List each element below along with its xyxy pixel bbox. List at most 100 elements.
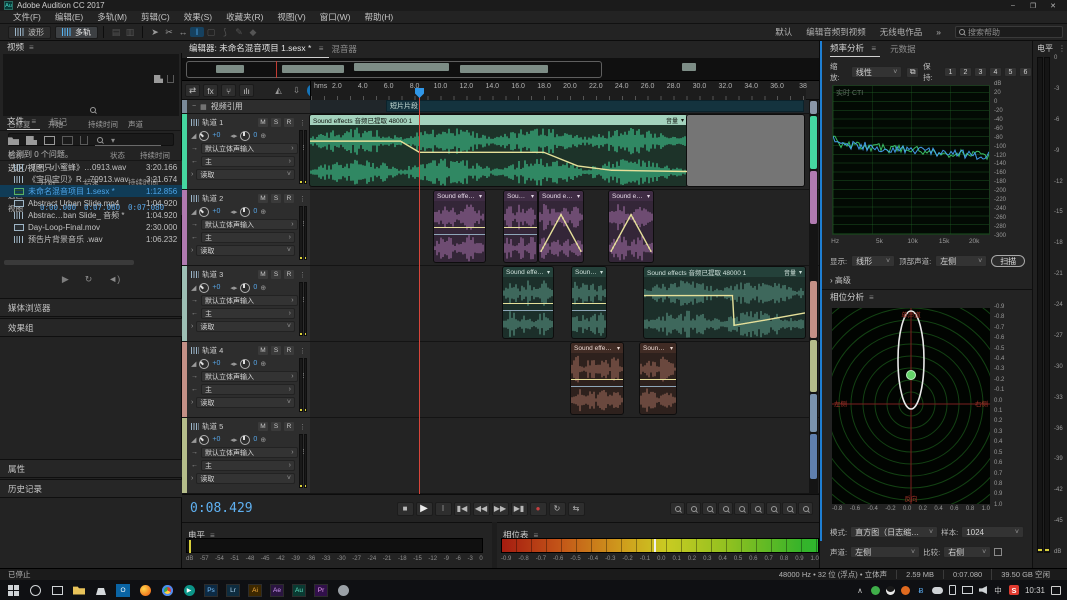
hold-button[interactable]: 1 <box>943 67 957 77</box>
display-type-select[interactable]: 线形 ˅ <box>851 255 896 267</box>
file-row[interactable]: Day-Loop-Final.mov 2:30.000 <box>0 221 182 233</box>
volume-value[interactable]: +0 <box>212 132 220 139</box>
tab-metadata[interactable]: 元数据 <box>890 43 920 57</box>
automation-chevron-icon[interactable]: › <box>191 475 193 482</box>
video-clip[interactable]: 短片片段 <box>386 100 804 112</box>
track-name[interactable]: 轨道 2 <box>202 193 255 204</box>
stop-button[interactable]: ■ <box>396 501 414 516</box>
maximize-button[interactable]: ❐ <box>1023 0 1043 11</box>
volume-tray-icon[interactable] <box>978 586 987 594</box>
phone-tray-icon[interactable] <box>948 585 956 595</box>
pan-knob[interactable] <box>240 358 251 369</box>
menu-item[interactable]: 效果(S) <box>177 11 219 23</box>
timecode-display[interactable]: 0:08.429 <box>190 501 310 516</box>
lasso-tool-icon[interactable]: ⟆ <box>218 27 232 38</box>
clip-menu-icon[interactable]: ▾ <box>577 193 580 200</box>
automation-chevron-icon[interactable]: › <box>191 399 193 406</box>
freq-scan-button[interactable]: 扫描 <box>991 255 1026 267</box>
play-button[interactable]: ▶ <box>415 501 433 516</box>
file-explorer-icon[interactable] <box>68 580 90 600</box>
track-menu-icon[interactable]: ⋮ <box>299 271 306 279</box>
timeline-overview[interactable] <box>182 59 819 81</box>
automation-mode-select[interactable]: 读取 ˅ <box>196 321 295 332</box>
hold-button[interactable]: 2 <box>958 67 972 77</box>
tab-files[interactable]: 文件 ≡ <box>7 115 41 130</box>
new-item-icon[interactable] <box>44 136 55 145</box>
volume-knob[interactable] <box>199 282 210 293</box>
sogou-ime-icon[interactable]: S <box>1008 585 1019 595</box>
clip-header[interactable]: Sound effects...▾ <box>434 191 485 201</box>
move-tool-icon[interactable]: ➤ <box>148 27 162 38</box>
track-menu-icon[interactable]: ⋮ <box>299 423 306 431</box>
stamp-tool-icon[interactable]: ◆ <box>246 27 260 38</box>
output-select[interactable]: 主 › <box>201 384 295 395</box>
pitch-display-icon[interactable]: ▥ <box>123 27 137 38</box>
waveform-view-button[interactable]: 波形 <box>8 25 51 39</box>
audio-clip[interactable]: Sound effects...▾ <box>503 267 553 338</box>
start-button[interactable] <box>2 580 24 600</box>
audio-clip[interactable]: Sound effects...▾ <box>434 191 485 262</box>
audio-clip[interactable]: Sound ...▾ <box>640 343 676 414</box>
sogou-tray-icon[interactable] <box>900 585 910 595</box>
file-row[interactable]: Abstrac…ban Slide_ 音频 * 1:04.920 <box>0 209 182 221</box>
cortana-search-button[interactable] <box>24 580 46 600</box>
pan-value[interactable]: 0 <box>253 132 257 139</box>
menu-item[interactable]: 视图(V) <box>270 11 312 23</box>
file-row[interactable]: 未命名混音项目 1.sesx * 1:12.856 <box>0 185 182 197</box>
automation-mode-select[interactable]: 读取 ˅ <box>196 169 295 180</box>
time-selection-tool-icon[interactable]: ↔ <box>176 27 190 37</box>
multitrack-view-button[interactable]: 多轨 <box>55 25 98 39</box>
channel-select[interactable]: 左侧 ˅ <box>850 546 921 558</box>
audio-clip[interactable]: Sound effects 音频已提取 48000 1 音量 ▾ <box>644 267 805 338</box>
mute-button[interactable]: M <box>258 422 268 431</box>
clock[interactable]: 10:31 <box>1025 586 1045 595</box>
razor-tool-icon[interactable]: ✂ <box>162 27 176 38</box>
solo-button[interactable]: S <box>271 118 281 127</box>
clip-menu-icon[interactable]: ▾ <box>617 345 620 352</box>
zoom-selection-out-button[interactable] <box>766 502 781 515</box>
solo-button[interactable]: S <box>271 422 281 431</box>
marquee-tool-icon[interactable]: ▢ <box>204 27 218 38</box>
audio-clip[interactable]: Sound effects...▾ <box>571 343 623 414</box>
fx-rack-icon[interactable]: fx <box>203 84 218 97</box>
track-header[interactable]: 轨道 5 M S R ⋮ ◢ +0 ◂▸ 0 ⊕ → 默认立体声输入 › ← 主… <box>182 418 310 494</box>
go-to-end-button[interactable]: ▶▮ <box>510 501 528 516</box>
track-name[interactable]: 轨道 4 <box>202 345 255 356</box>
clip-extension[interactable] <box>687 115 804 186</box>
volume-knob[interactable] <box>199 130 210 141</box>
video-panel-header[interactable]: 视频 ≡ <box>0 41 182 53</box>
volume-knob[interactable] <box>199 206 210 217</box>
workspace-overflow-icon[interactable]: » <box>936 27 941 37</box>
menu-item[interactable]: 帮助(H) <box>357 11 400 23</box>
pan-knob[interactable] <box>240 434 251 445</box>
pan-knob[interactable] <box>240 130 251 141</box>
clip-menu-icon[interactable]: ▾ <box>647 193 650 200</box>
cloud-tray-icon[interactable] <box>931 586 943 594</box>
minimize-button[interactable]: – <box>1003 0 1023 11</box>
mute-button[interactable]: M <box>258 118 268 127</box>
pause-button[interactable]: ‖ <box>434 501 452 516</box>
move-clips-icon[interactable]: ⇄ <box>185 84 200 97</box>
track-lane[interactable]: Sound effects 音频已提取 48000 1 音量 ▾ <box>310 114 819 190</box>
menu-item[interactable]: 收藏夹(R) <box>219 11 270 23</box>
zoom-selection-button[interactable] <box>782 502 797 515</box>
track-menu-icon[interactable]: ⋮ <box>299 195 306 203</box>
taskbar-app[interactable]: Ps <box>200 580 222 600</box>
metering-icon[interactable]: ılı <box>239 84 254 97</box>
fast-forward-button[interactable]: ▶▶ <box>491 501 509 516</box>
clip-header[interactable]: Sound effe...▾ <box>539 191 583 201</box>
track-menu-icon[interactable]: ⋮ <box>299 119 306 127</box>
panel-menu-icon[interactable]: ≡ <box>29 43 34 52</box>
audio-clip[interactable]: Sound ...▾ <box>504 191 537 262</box>
workspace-button[interactable]: 无线电作品 <box>880 26 923 38</box>
automation-mode-select[interactable]: 读取 ˅ <box>196 473 295 484</box>
tray-expand-icon[interactable]: ∧ <box>855 585 865 595</box>
input-select[interactable]: 默认立体声输入 › <box>201 295 298 306</box>
action-center-icon[interactable] <box>1051 585 1061 595</box>
input-select[interactable]: 默认立体声输入 › <box>201 219 298 230</box>
copy-icon[interactable]: ⧉ <box>906 66 920 78</box>
workspace-button[interactable]: 默认 <box>775 26 792 38</box>
rewind-button[interactable]: ◀◀ <box>472 501 490 516</box>
files-search-input[interactable]: ▾ <box>95 135 161 146</box>
taskbar-app[interactable]: Au <box>288 580 310 600</box>
